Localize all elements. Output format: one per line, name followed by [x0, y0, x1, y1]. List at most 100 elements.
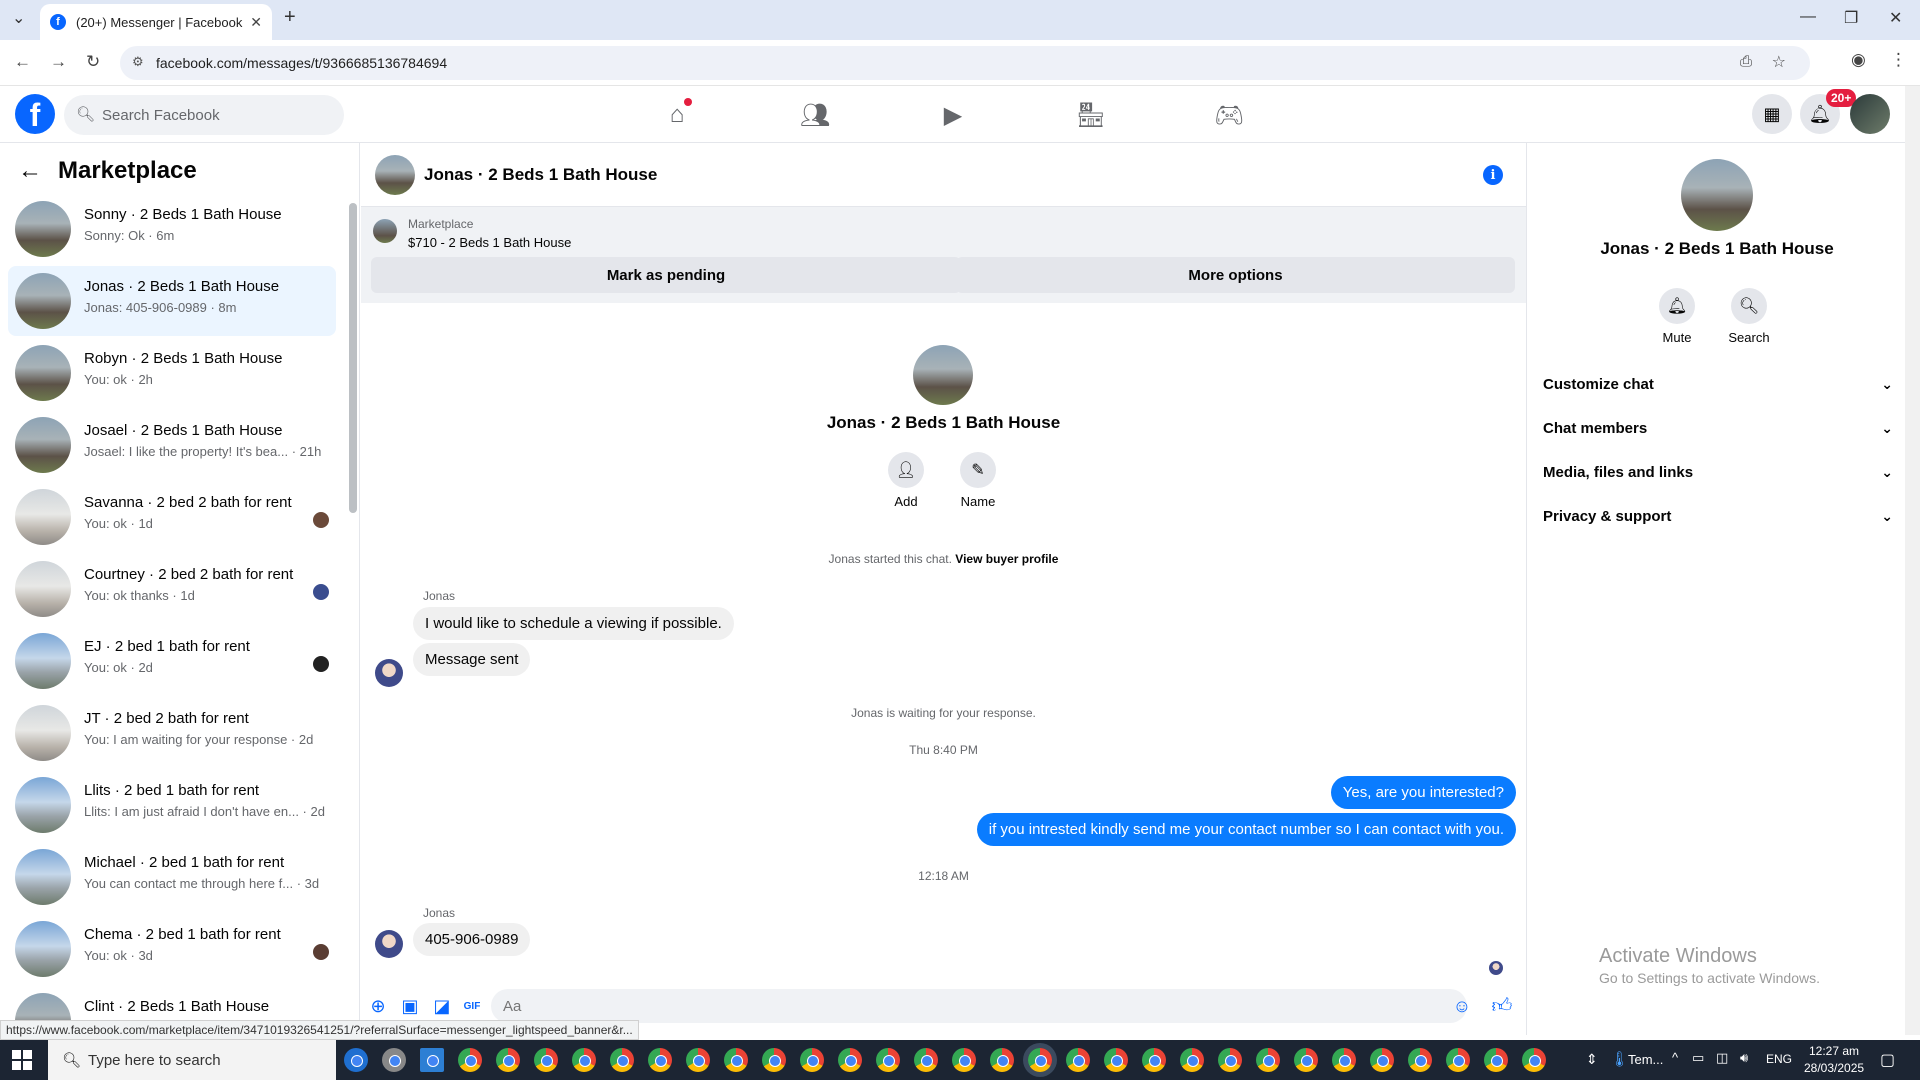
- profile-icon[interactable]: ◉: [1851, 50, 1866, 70]
- conversation-list-scrollbar[interactable]: [349, 203, 357, 513]
- chat-members-section[interactable]: Chat members ⌄: [1543, 410, 1893, 446]
- message-input[interactable]: [491, 989, 1467, 1023]
- back-icon[interactable]: ←: [14, 52, 31, 72]
- privacy-support-section[interactable]: Privacy & support ⌄: [1543, 498, 1893, 534]
- sender-avatar[interactable]: [375, 659, 403, 687]
- chrome-icon[interactable]: [1294, 1048, 1318, 1072]
- gif-icon[interactable]: GIF: [461, 995, 483, 1017]
- thumbs-up-icon[interactable]: 👍︎: [1491, 995, 1513, 1017]
- chrome-icon[interactable]: [1142, 1048, 1166, 1072]
- windows-start-icon[interactable]: [12, 1050, 32, 1070]
- chrome-icon[interactable]: [762, 1048, 786, 1072]
- weather-text[interactable]: Tem...: [1628, 1052, 1663, 1067]
- search-in-chat-button[interactable]: 🔍︎ Search: [1719, 288, 1779, 345]
- chrome-icon[interactable]: [1332, 1048, 1356, 1072]
- conversation-item[interactable]: Robyn · 2 Beds 1 Bath House You: ok · 2h: [8, 338, 336, 408]
- contact-avatar[interactable]: [1681, 159, 1753, 231]
- mute-button[interactable]: 🔔︎ Mute: [1647, 288, 1707, 345]
- info-icon[interactable]: i: [1483, 165, 1503, 185]
- sticker-icon[interactable]: ◪: [431, 995, 453, 1017]
- customize-chat-section[interactable]: Customize chat ⌄: [1543, 366, 1893, 402]
- conversation-item[interactable]: Llits · 2 bed 1 bath for rent Llits: I am…: [8, 770, 336, 840]
- chrome-icon[interactable]: [1370, 1048, 1394, 1072]
- scroll-arrows-icon[interactable]: ⇕: [1586, 1051, 1598, 1068]
- conversation-item[interactable]: Chema · 2 bed 1 bath for rent You: ok · 3…: [8, 914, 336, 984]
- watch-icon[interactable]: ▶: [938, 100, 968, 130]
- url-field[interactable]: ⚙ facebook.com/messages/t/93666851367846…: [120, 46, 1810, 80]
- back-arrow-icon[interactable]: ←: [18, 157, 42, 185]
- taskbar-search-input[interactable]: 🔍︎ Type here to search: [48, 1040, 336, 1080]
- clock[interactable]: 12:27 am 28/03/2025: [1804, 1043, 1864, 1077]
- edit-name-button[interactable]: ✎ Name: [948, 452, 1008, 509]
- chrome-icon-active[interactable]: [1028, 1048, 1052, 1072]
- conversation-item[interactable]: Savanna · 2 bed 2 bath for rent You: ok ·…: [8, 482, 336, 552]
- edge-icon[interactable]: [344, 1048, 368, 1072]
- outgoing-message[interactable]: Yes, are you interested?: [1330, 776, 1516, 809]
- thermometer-icon[interactable]: 🌡︎: [1610, 1050, 1629, 1068]
- browser-menu-icon[interactable]: ⋮: [1890, 50, 1907, 70]
- conversation-item[interactable]: EJ · 2 bed 1 bath for rent You: ok · 2d: [8, 626, 336, 696]
- chrome-icon[interactable]: [1066, 1048, 1090, 1072]
- page-scrollbar[interactable]: [1905, 86, 1920, 1035]
- media-files-links-section[interactable]: Media, files and links ⌄: [1543, 454, 1893, 490]
- incoming-message[interactable]: 405-906-0989: [413, 923, 531, 956]
- facebook-search-input[interactable]: 🔍︎ Search Facebook: [64, 95, 344, 135]
- chrome-icon[interactable]: [572, 1048, 596, 1072]
- chrome-icon[interactable]: [1484, 1048, 1508, 1072]
- wifi-icon[interactable]: ◫: [1716, 1050, 1728, 1066]
- listing-title[interactable]: $710 - 2 Beds 1 Bath House: [408, 235, 571, 250]
- browser-tab[interactable]: f (20+) Messenger | Facebook ✕: [40, 4, 272, 40]
- add-people-button[interactable]: 👤︎ Add: [876, 452, 936, 509]
- chrome-icon[interactable]: [990, 1048, 1014, 1072]
- language-indicator[interactable]: ENG: [1766, 1052, 1792, 1066]
- chrome-icon[interactable]: [1180, 1048, 1204, 1072]
- conversation-item[interactable]: Sonny · 2 Beds 1 Bath House Sonny: Ok · 6…: [8, 194, 336, 264]
- chrome-icon[interactable]: [1256, 1048, 1280, 1072]
- restore-icon[interactable]: ❐: [1844, 8, 1858, 28]
- tray-chevron-icon[interactable]: ^: [1672, 1050, 1678, 1065]
- new-tab-icon[interactable]: +: [284, 6, 296, 29]
- close-tab-icon[interactable]: ✕: [250, 14, 262, 31]
- menu-grid-icon[interactable]: ▦: [1752, 94, 1792, 134]
- minimize-icon[interactable]: —: [1800, 8, 1816, 26]
- photo-icon[interactable]: ▣: [399, 995, 421, 1017]
- gaming-icon[interactable]: 🎮︎: [1214, 100, 1244, 130]
- chrome-icon[interactable]: [838, 1048, 862, 1072]
- chrome-icon[interactable]: [686, 1048, 710, 1072]
- chrome-icon[interactable]: [496, 1048, 520, 1072]
- emoji-icon[interactable]: ☺: [1451, 995, 1473, 1017]
- chrome-icon[interactable]: [1218, 1048, 1242, 1072]
- chrome-icon[interactable]: [1522, 1048, 1546, 1072]
- chrome-icon[interactable]: [534, 1048, 558, 1072]
- chrome-icon[interactable]: [610, 1048, 634, 1072]
- conversation-item[interactable]: Courtney · 2 bed 2 bath for rent You: ok …: [8, 554, 336, 624]
- app-icon[interactable]: [382, 1048, 406, 1072]
- chrome-icon[interactable]: [914, 1048, 938, 1072]
- incoming-message[interactable]: I would like to schedule a viewing if po…: [413, 607, 734, 640]
- conversation-item[interactable]: JT · 2 bed 2 bath for rent You: I am wait…: [8, 698, 336, 768]
- home-icon[interactable]: ⌂: [662, 98, 692, 130]
- chrome-icon[interactable]: [648, 1048, 672, 1072]
- sender-avatar[interactable]: [375, 930, 403, 958]
- reload-icon[interactable]: ↻: [86, 52, 100, 72]
- outgoing-message[interactable]: if you intrested kindly send me your con…: [976, 813, 1516, 846]
- chrome-icon[interactable]: [1408, 1048, 1432, 1072]
- incoming-message[interactable]: Message sent: [413, 643, 531, 676]
- tab-list-chevron-icon[interactable]: ⌄: [12, 8, 25, 28]
- conversation-item-active[interactable]: Jonas · 2 Beds 1 Bath House Jonas: 405-90…: [8, 266, 336, 336]
- account-avatar[interactable]: [1850, 94, 1890, 134]
- network-icon[interactable]: ▭: [1692, 1050, 1704, 1066]
- marketplace-icon[interactable]: 🏪︎: [1076, 100, 1106, 130]
- plus-circle-icon[interactable]: ⊕: [367, 995, 389, 1017]
- bookmark-star-icon[interactable]: ☆: [1772, 52, 1786, 72]
- notification-center-icon[interactable]: ▢: [1880, 1050, 1895, 1070]
- install-app-icon[interactable]: ⎙: [1740, 53, 1752, 70]
- download-icon[interactable]: [420, 1048, 444, 1072]
- close-window-icon[interactable]: ✕: [1889, 8, 1902, 28]
- chat-avatar[interactable]: [375, 155, 415, 195]
- mark-as-pending-button[interactable]: Mark as pending: [371, 257, 961, 293]
- chrome-icon[interactable]: [952, 1048, 976, 1072]
- chrome-icon[interactable]: [458, 1048, 482, 1072]
- listing-thumbnail[interactable]: [373, 219, 397, 243]
- chat-title[interactable]: Jonas · 2 Beds 1 Bath House: [424, 165, 657, 185]
